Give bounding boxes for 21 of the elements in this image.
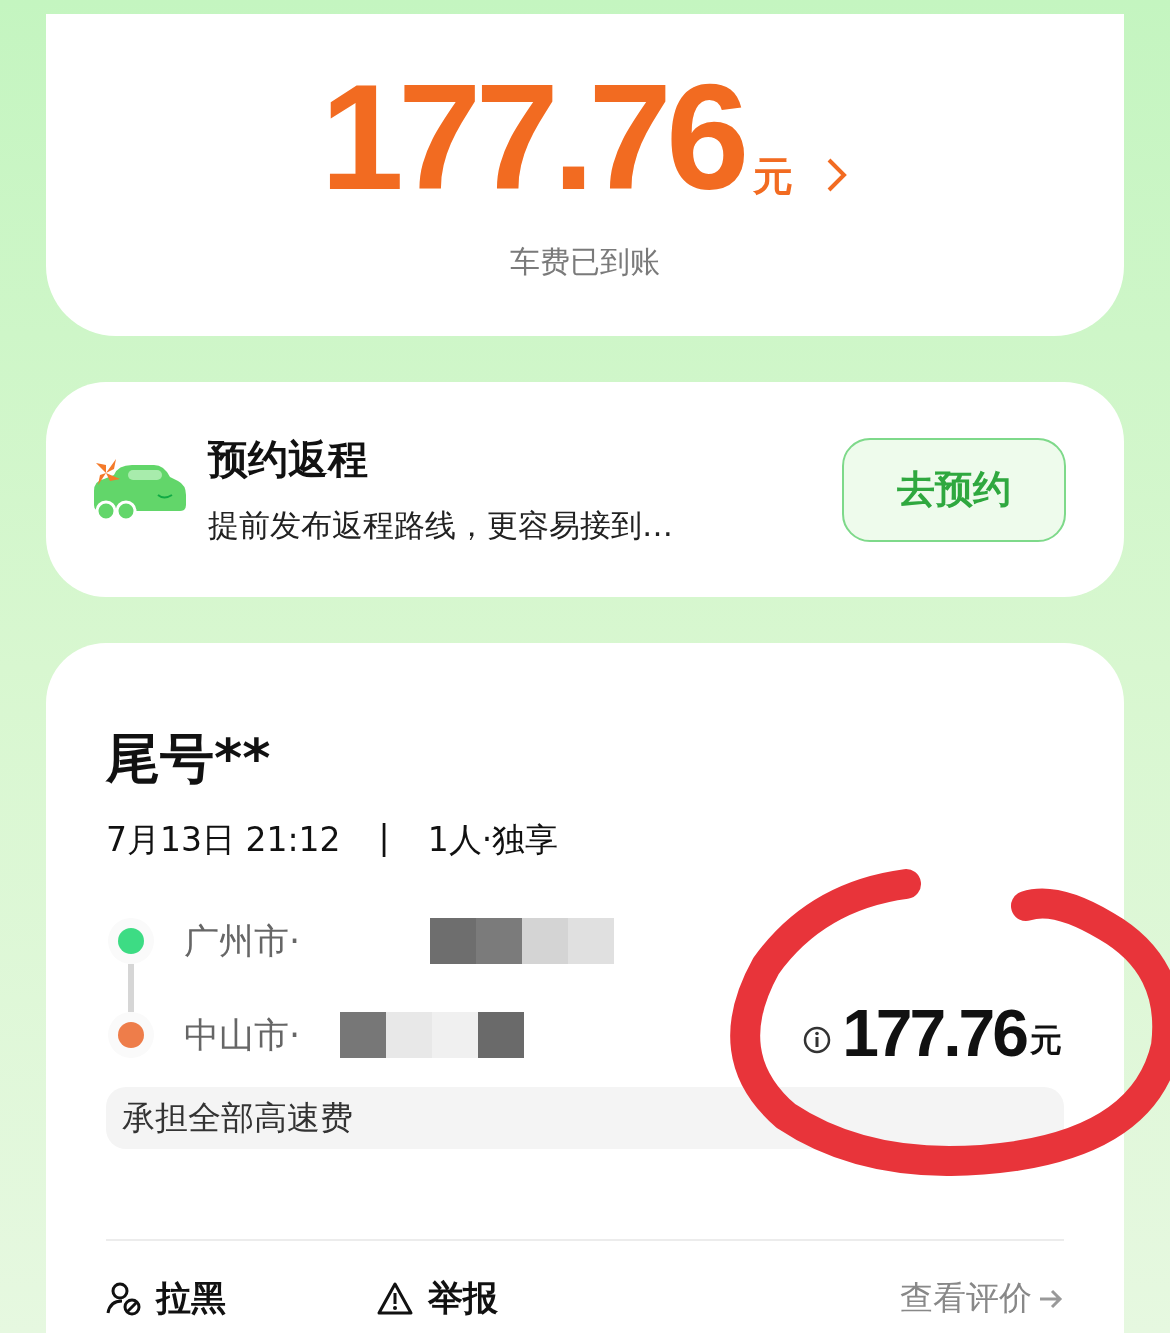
route-place: 中山市·	[184, 1013, 301, 1057]
route-connector	[128, 964, 134, 1012]
seat-info: 1人·独享	[427, 819, 559, 861]
fare-amount: 177.76	[842, 1003, 1026, 1063]
toll-note: 承担全部高速费	[106, 1087, 1064, 1149]
order-time: 7月13日 21:12	[106, 819, 341, 861]
report-button[interactable]: 举报	[376, 1275, 646, 1322]
warning-icon	[376, 1280, 414, 1317]
passenger-name: 尾号**	[106, 726, 272, 792]
block-button[interactable]: 拉黑	[106, 1275, 376, 1322]
currency-unit: 元	[753, 152, 794, 200]
view-reviews-link[interactable]: 查看评价	[900, 1276, 1064, 1321]
earnings-amount: 177.76	[320, 72, 744, 202]
route-place: 广州市·	[184, 919, 301, 963]
separator: |	[378, 818, 390, 859]
fare-unit: 元	[1030, 1020, 1062, 1061]
user-block-icon	[106, 1280, 142, 1317]
info-icon[interactable]	[802, 1025, 833, 1055]
return-trip-title: 预约返程	[208, 435, 369, 484]
earnings-caption: 车费已到账	[510, 243, 660, 281]
return-trip-subtitle: 提前发布返程路线，更容易接到…	[208, 506, 674, 545]
